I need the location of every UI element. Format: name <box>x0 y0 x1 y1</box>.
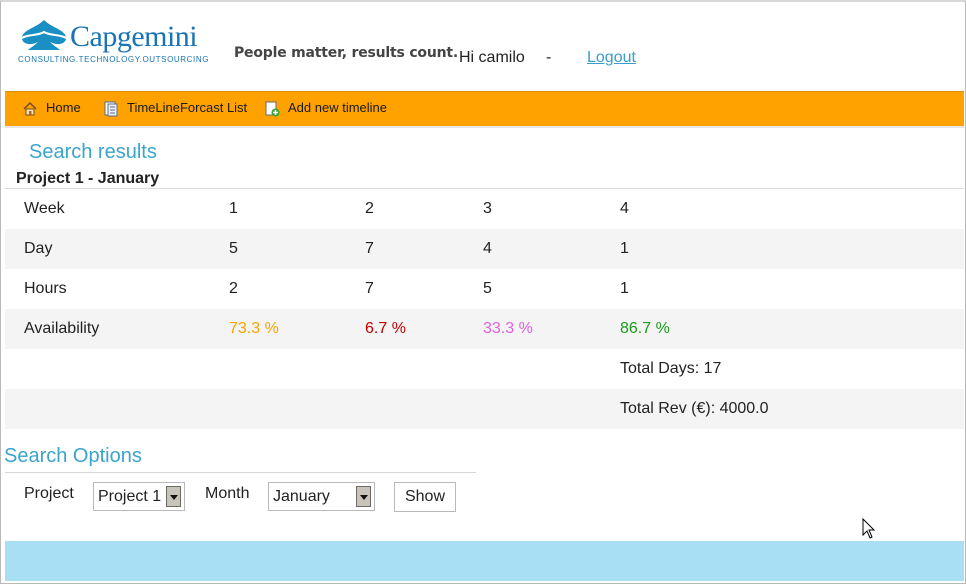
header-separator: - <box>546 49 552 66</box>
footer-bar <box>5 541 964 581</box>
project-label: Project <box>24 485 74 502</box>
table-cell: 5 <box>483 280 492 297</box>
spade-logo-icon <box>21 20 67 50</box>
logo-wordmark: Capgemini <box>70 20 198 53</box>
results-table: Week 1 2 3 4 Day 5 7 4 1 Hours 2 7 5 1 A… <box>5 189 964 429</box>
search-results-heading: Search results <box>29 141 157 163</box>
table-cell: 1 <box>620 280 629 297</box>
nav-item-label: Add new timeline <box>288 100 387 115</box>
logo-subtext: CONSULTING.TECHNOLOGY.OUTSOURCING <box>18 55 210 64</box>
divider <box>5 472 476 473</box>
table-cell: 1 <box>229 200 238 217</box>
total-revenue: Total Rev (€): 4000.0 <box>620 389 964 429</box>
row-label: Hours <box>24 280 67 297</box>
add-document-icon <box>265 101 280 117</box>
table-row-day: Day 5 7 4 1 <box>5 229 964 269</box>
capgemini-logo: Capgemini CONSULTING.TECHNOLOGY.OUTSOURC… <box>18 18 208 66</box>
table-cell: 5 <box>229 229 365 269</box>
table-cell: 4 <box>483 229 620 269</box>
table-cell: 2 <box>229 280 238 297</box>
availability-cell: 73.3 % <box>229 309 365 349</box>
row-label: Availability <box>5 309 229 349</box>
month-select[interactable]: January <box>268 482 375 511</box>
table-cell: 2 <box>365 200 374 217</box>
total-days: Total Days: 17 <box>620 360 722 377</box>
availability-cell: 33.3 % <box>483 309 620 349</box>
table-cell: 3 <box>483 200 492 217</box>
availability-cell: 86.7 % <box>620 309 964 349</box>
row-label: Day <box>5 229 229 269</box>
chevron-down-icon[interactable] <box>166 486 181 507</box>
nav-item-label: TimeLineForcast List <box>127 100 248 115</box>
month-label: Month <box>205 485 250 502</box>
home-icon <box>23 101 37 116</box>
project-title: Project 1 - January <box>16 170 160 187</box>
mouse-cursor-icon <box>862 518 876 539</box>
chevron-down-icon[interactable] <box>356 486 371 507</box>
user-greeting: Hi camilo <box>459 49 525 66</box>
table-cell: 4 <box>620 200 629 217</box>
main-nav: Home TimeLineForcast List Add new timeli… <box>5 91 964 128</box>
list-icon <box>104 101 118 117</box>
table-row-week: Week 1 2 3 4 <box>5 189 964 229</box>
month-select-value: January <box>273 488 330 505</box>
table-row-total-rev: Total Rev (€): 4000.0 <box>5 389 964 429</box>
table-row-hours: Hours 2 7 5 1 <box>5 269 964 309</box>
tagline: People matter, results count. <box>234 45 458 61</box>
project-select-value: Project 1 <box>98 488 162 505</box>
row-label: Week <box>24 200 65 217</box>
logout-link[interactable]: Logout <box>587 49 636 67</box>
show-button[interactable]: Show <box>394 482 456 512</box>
table-cell: 1 <box>620 229 964 269</box>
table-row-availability: Availability 73.3 % 6.7 % 33.3 % 86.7 % <box>5 309 964 349</box>
table-row-total-days: Total Days: 17 <box>5 349 964 389</box>
project-select[interactable]: Project 1 <box>93 482 185 511</box>
availability-cell: 6.7 % <box>365 309 483 349</box>
search-options-heading: Search Options <box>4 445 142 467</box>
table-cell: 7 <box>365 280 374 297</box>
nav-item-label: Home <box>46 100 81 115</box>
table-cell: 7 <box>365 229 483 269</box>
